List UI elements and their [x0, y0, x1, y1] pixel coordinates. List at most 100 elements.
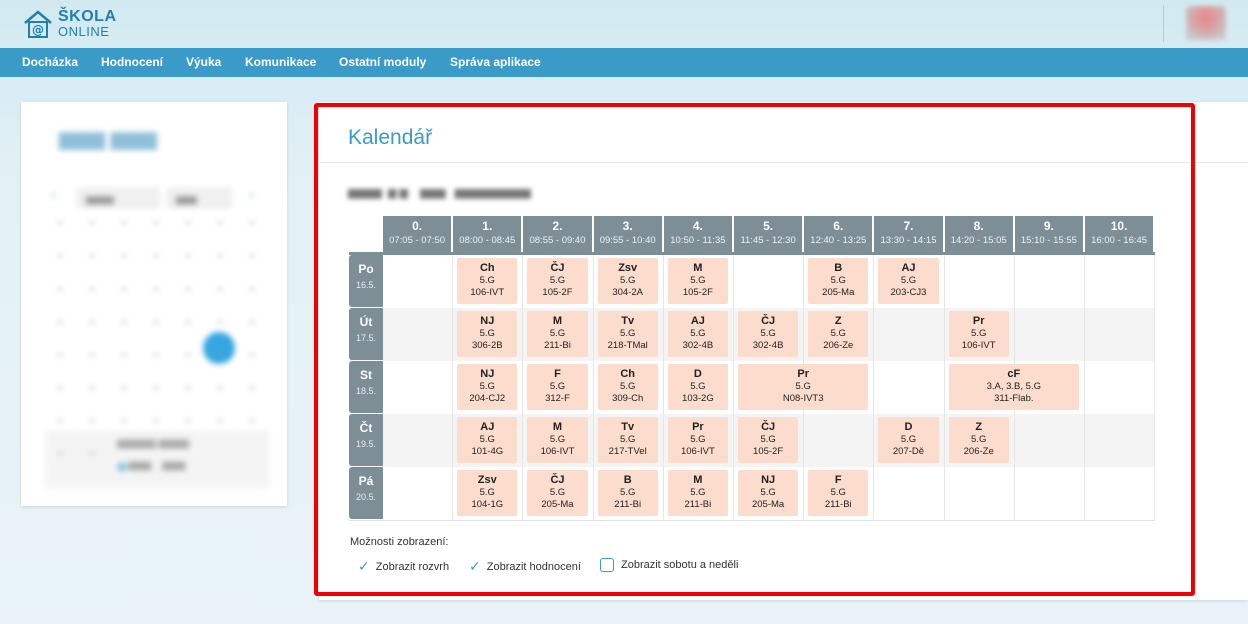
timetable-cell[interactable]	[1015, 255, 1085, 308]
mini-day-cell[interactable]: ▪	[141, 383, 171, 403]
lesson-card[interactable]: Ch 5.G 106-IVT	[457, 258, 518, 304]
mini-day-cell[interactable]: ▪	[205, 218, 235, 238]
mini-day-cell[interactable]: ▪	[77, 218, 107, 238]
lesson-card[interactable]: F 5.G 312-F	[527, 364, 588, 410]
mini-day-cell[interactable]: ▪	[237, 317, 267, 337]
lesson-card[interactable]: D 5.G 207-Dě	[878, 417, 939, 463]
mini-day-cell[interactable]: ▪	[237, 218, 267, 238]
nav-item-hodnoceni[interactable]: Hodnocení	[101, 48, 163, 77]
mini-day-cell[interactable]: ▪	[109, 350, 139, 370]
timetable-cell[interactable]	[1085, 255, 1156, 308]
mini-next-icon[interactable]: ›	[249, 186, 254, 204]
mini-day-cell[interactable]: ▪	[141, 317, 171, 337]
mini-day-cell[interactable]: ▪	[141, 284, 171, 304]
mini-day-cell[interactable]: ▪	[45, 350, 75, 370]
timetable-cell[interactable]	[1085, 414, 1156, 467]
lesson-card[interactable]: NJ 5.G 306-2B	[457, 311, 518, 357]
lesson-card[interactable]: Pr 5.G 106-IVT	[948, 311, 1009, 357]
mini-day-cell[interactable]: ▪	[77, 251, 107, 271]
nav-item-dochazka[interactable]: Docházka	[22, 48, 78, 77]
timetable-cell[interactable]	[383, 308, 454, 361]
lesson-card[interactable]: Pr 5.G N08-IVT3	[738, 364, 869, 410]
mini-day-cell[interactable]: ▪	[173, 284, 203, 304]
mini-day-cell[interactable]: ▪	[45, 284, 75, 304]
lesson-card[interactable]: Tv 5.G 217-TVel	[597, 417, 658, 463]
mini-day-cell[interactable]: ▪	[141, 218, 171, 238]
mini-day-cell[interactable]: ▪	[237, 416, 267, 436]
mini-day-cell[interactable]: ▪	[205, 383, 235, 403]
timetable-cell[interactable]	[1015, 467, 1085, 520]
option-show-timetable[interactable]: ✓ Zobrazit rozvrh	[358, 558, 449, 575]
mini-day-cell[interactable]: ▪	[45, 416, 75, 436]
lesson-card[interactable]: B 5.G 211-Bi	[597, 470, 658, 516]
mini-day-cell[interactable]: ▪	[205, 350, 235, 370]
mini-day-cell[interactable]: ▪	[109, 416, 139, 436]
mini-day-cell[interactable]: ▪	[109, 284, 139, 304]
mini-day-cell[interactable]: ▪	[205, 317, 235, 337]
nav-item-sprava-aplikace[interactable]: Správa aplikace	[450, 48, 541, 77]
lesson-card[interactable]: M 5.G 211-Bi	[527, 311, 588, 357]
timetable-cell[interactable]	[874, 361, 945, 414]
lesson-card[interactable]: Ch 5.G 309-Ch	[597, 364, 658, 410]
lesson-card[interactable]: Z 5.G 206-Ze	[808, 311, 869, 357]
nav-item-ostatni-moduly[interactable]: Ostatní moduly	[339, 48, 426, 77]
lesson-card[interactable]: Zsv 5.G 104-1G	[457, 470, 518, 516]
mini-day-cell[interactable]: ▪	[173, 416, 203, 436]
mini-day-cell[interactable]: ▪	[77, 317, 107, 337]
lesson-card[interactable]: Zsv 5.G 304-2A	[597, 258, 658, 304]
lesson-card[interactable]: ČJ 5.G 105-2F	[738, 417, 799, 463]
timetable-cell[interactable]	[1015, 308, 1085, 361]
mini-year-select[interactable]: ▆▆▆	[167, 188, 231, 208]
mini-day-cell[interactable]: ▪	[77, 416, 107, 436]
timetable-cell[interactable]	[1015, 414, 1085, 467]
timetable-cell[interactable]	[383, 255, 454, 308]
lesson-card[interactable]: NJ 5.G 205-Ma	[738, 470, 799, 516]
mini-day-cell[interactable]: ▪	[109, 251, 139, 271]
mini-day-cell[interactable]: ▪	[45, 218, 75, 238]
timetable-cell[interactable]	[383, 361, 454, 414]
mini-day-cell[interactable]: ▪	[77, 350, 107, 370]
mini-day-cell[interactable]: ▪	[109, 383, 139, 403]
lesson-card[interactable]: Tv 5.G 218-TMal	[597, 311, 658, 357]
mini-prev-icon[interactable]: ‹	[51, 186, 56, 204]
mini-day-cell[interactable]: ▪	[77, 449, 107, 469]
lesson-card[interactable]: AJ 5.G 101-4G	[457, 417, 518, 463]
timetable-cell[interactable]	[1085, 467, 1156, 520]
lesson-card[interactable]: NJ 5.G 204-CJ2	[457, 364, 518, 410]
mini-day-cell[interactable]: ▪	[141, 416, 171, 436]
lesson-card[interactable]: D 5.G 103-2G	[667, 364, 728, 410]
app-logo[interactable]: @ ŠKOLA ONLINE	[22, 8, 117, 40]
mini-day-cell[interactable]: ▪	[237, 251, 267, 271]
timetable-cell[interactable]	[945, 255, 1015, 308]
mini-day-cell[interactable]: ▪	[173, 218, 203, 238]
lesson-card[interactable]: F 5.G 211-Bi	[808, 470, 869, 516]
mini-day-cell[interactable]: ▪	[205, 251, 235, 271]
mini-day-cell[interactable]: ▪	[173, 350, 203, 370]
nav-item-komunikace[interactable]: Komunikace	[245, 48, 316, 77]
lesson-card[interactable]: AJ 5.G 302-4B	[667, 311, 728, 357]
lesson-card[interactable]: AJ 5.G 203-CJ3	[878, 258, 939, 304]
mini-day-cell[interactable]: ▪	[237, 284, 267, 304]
timetable-cell[interactable]	[804, 414, 875, 467]
mini-day-cell[interactable]: ▪	[45, 251, 75, 271]
timetable-cell[interactable]	[383, 467, 454, 520]
mini-day-cell[interactable]: ▪	[237, 383, 267, 403]
lesson-card[interactable]: ČJ 5.G 105-2F	[527, 258, 588, 304]
timetable-cell[interactable]	[874, 467, 945, 520]
mini-day-cell[interactable]: ▪	[141, 350, 171, 370]
mini-day-cell[interactable]: ▪	[77, 284, 107, 304]
mini-day-cell[interactable]: ▪	[205, 284, 235, 304]
option-show-weekend[interactable]: Zobrazit sobotu a neděli	[600, 558, 738, 572]
lesson-card[interactable]: M 5.G 211-Bi	[667, 470, 728, 516]
mini-day-cell[interactable]: ▪	[173, 251, 203, 271]
option-show-grades[interactable]: ✓ Zobrazit hodnocení	[469, 558, 581, 575]
mini-day-cell[interactable]: ▪	[205, 416, 235, 436]
mini-day-cell[interactable]: ▪	[45, 383, 75, 403]
mini-day-cell[interactable]: ▪	[109, 317, 139, 337]
mini-day-cell[interactable]: ▪	[77, 383, 107, 403]
lesson-card[interactable]: M 5.G 106-IVT	[527, 417, 588, 463]
nav-item-vyuka[interactable]: Výuka	[186, 48, 221, 77]
timetable-cell[interactable]	[945, 467, 1015, 520]
mini-day-cell[interactable]: ▪	[173, 317, 203, 337]
lesson-card[interactable]: ČJ 5.G 205-Ma	[527, 470, 588, 516]
